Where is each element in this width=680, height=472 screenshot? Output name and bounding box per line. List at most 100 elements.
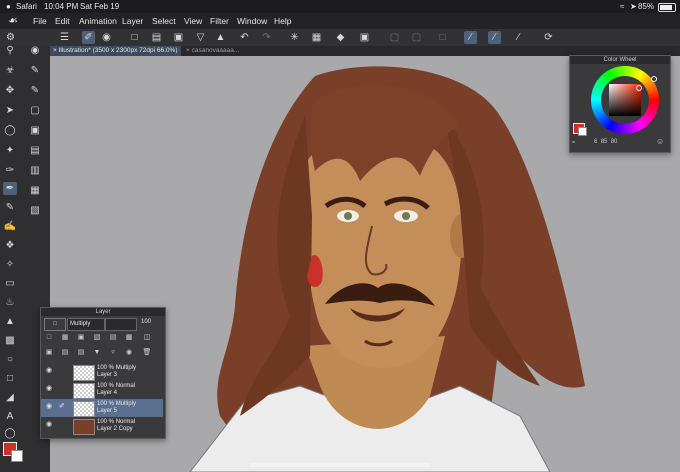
snap-icon[interactable]: ✳ xyxy=(288,31,301,44)
menu-edit[interactable]: Edit xyxy=(55,13,70,29)
export-icon[interactable]: ▲ xyxy=(214,31,227,44)
menu-window[interactable]: Window xyxy=(237,13,267,29)
subtool-1-icon[interactable]: ◉ xyxy=(28,44,42,57)
ruler-snap-icon[interactable]: ∕ xyxy=(464,31,477,44)
settings-icon[interactable]: ⚙ xyxy=(4,31,17,44)
subtool-8-icon[interactable]: ▦ xyxy=(28,184,42,197)
eraser-tool-icon[interactable]: ▭ xyxy=(3,277,17,290)
transfer-down-icon[interactable]: ▼ xyxy=(92,348,102,358)
menu-layer[interactable]: Layer xyxy=(122,13,143,29)
layer-row-layer-4[interactable]: ◉ 100 % Normal Layer 4 xyxy=(41,381,163,399)
layer-row-layer-3[interactable]: ◉ 100 % Multiply Layer 3 xyxy=(41,363,163,381)
gradient-tool-icon[interactable]: ▩ xyxy=(3,334,17,347)
lasso-icon[interactable]: ◯ xyxy=(3,124,17,137)
menu-view[interactable]: View xyxy=(184,13,202,29)
brush-tool-icon[interactable]: ✍ xyxy=(3,220,17,233)
special-ruler-icon[interactable]: ∕ xyxy=(512,31,525,44)
fill-tool-icon[interactable]: ▲ xyxy=(3,315,17,328)
palette-settings-icon[interactable]: ☺ xyxy=(656,137,664,146)
save-icon[interactable]: ▽ xyxy=(194,31,207,44)
text-tool-icon[interactable]: A xyxy=(3,410,17,423)
sv-picker-handle[interactable] xyxy=(636,85,642,91)
open-file-icon[interactable]: ▤ xyxy=(150,31,163,44)
subtool-2-icon[interactable]: ✎ xyxy=(28,64,42,77)
folder-icon[interactable]: ▣ xyxy=(172,31,185,44)
menu-animation[interactable]: Animation xyxy=(79,13,117,29)
subtool-4-icon[interactable]: ▢ xyxy=(28,104,42,117)
redo-icon[interactable]: ↷ xyxy=(260,31,273,44)
visibility-eye-icon[interactable]: ◉ xyxy=(44,421,54,431)
new-folder-icon[interactable]: ▤ xyxy=(76,348,86,358)
layer-ref-icon[interactable]: ▣ xyxy=(76,333,86,343)
hue-picker-handle[interactable] xyxy=(651,76,657,82)
menu-select[interactable]: Select xyxy=(152,13,176,29)
perspective-snap-icon[interactable]: ∕ xyxy=(488,31,501,44)
move-icon[interactable]: ✥ xyxy=(3,84,17,97)
operation-icon[interactable]: ➤ xyxy=(3,104,17,117)
magic-wand-icon[interactable]: ✦ xyxy=(3,144,17,157)
home-indicator[interactable] xyxy=(250,463,430,467)
frame-tool-icon[interactable]: □ xyxy=(3,372,17,385)
rotate-icon[interactable]: ☣ xyxy=(3,64,17,77)
new-raster-layer-icon[interactable]: ▣ xyxy=(44,348,54,358)
apple-icon: ● xyxy=(6,2,11,11)
menu-file[interactable]: File xyxy=(33,13,47,29)
clear-selection-icon[interactable]: ▢ xyxy=(388,31,401,44)
menu-hamburger-icon[interactable]: ☰ xyxy=(58,31,71,44)
layer-mask-icon[interactable]: ▩ xyxy=(124,333,134,343)
layer-lock-alpha-icon[interactable]: ▤ xyxy=(108,333,118,343)
record-icon[interactable]: ◉ xyxy=(100,31,113,44)
crop-icon[interactable]: □ xyxy=(436,31,449,44)
zoom-icon[interactable]: ⚲ xyxy=(3,44,17,57)
subtool-5-icon[interactable]: ▣ xyxy=(28,124,42,137)
balloon-tool-icon[interactable]: ◯ xyxy=(3,427,17,440)
app-logo-icon[interactable]: ☙ xyxy=(8,13,18,29)
visibility-eye-icon[interactable]: ◉ xyxy=(44,403,54,413)
layer-lock-icon[interactable]: □ xyxy=(44,333,54,343)
layer-draft-icon[interactable]: ▧ xyxy=(92,333,102,343)
subtool-9-icon[interactable]: ▧ xyxy=(28,204,42,217)
new-file-icon[interactable]: □ xyxy=(128,31,141,44)
pen-tool-icon[interactable]: ✒ xyxy=(3,182,17,195)
menu-help[interactable]: Help xyxy=(274,13,291,29)
visibility-eye-icon[interactable]: ◉ xyxy=(44,385,54,395)
selection-icon[interactable]: ▦ xyxy=(310,31,323,44)
blend-tool-icon[interactable]: ♨ xyxy=(3,296,17,309)
layer-property-icon[interactable]: □ xyxy=(44,318,66,331)
tab-close-icon[interactable]: × xyxy=(53,47,57,54)
figure-tool-icon[interactable]: ○ xyxy=(3,353,17,366)
delete-layer-icon[interactable]: 🗑 xyxy=(142,348,152,358)
merge-down-icon[interactable]: ▿ xyxy=(108,348,118,358)
ruler-tool-icon[interactable]: ◢ xyxy=(3,391,17,404)
add-mask-icon[interactable]: ◉ xyxy=(124,348,134,358)
quick-access-icon[interactable]: ⟳ xyxy=(542,31,555,44)
transform-icon[interactable]: ▣ xyxy=(358,31,371,44)
subtool-7-icon[interactable]: ▥ xyxy=(28,164,42,177)
cw-sub-color-swatch[interactable] xyxy=(578,127,587,136)
menu-filter[interactable]: Filter xyxy=(210,13,229,29)
layer-row-layer-2-copy[interactable]: ◉ 100 % Normal Layer 2 Copy xyxy=(41,417,163,435)
eyedropper-icon[interactable]: ✑ xyxy=(3,164,17,177)
decoration-tool-icon[interactable]: ✧ xyxy=(3,258,17,271)
blend-mode-select[interactable]: Multiply xyxy=(67,318,105,331)
sub-color-swatch[interactable] xyxy=(11,450,23,462)
tab-close-icon[interactable]: × xyxy=(186,47,190,54)
visibility-eye-icon[interactable]: ◉ xyxy=(44,367,54,377)
new-vector-layer-icon[interactable]: ▤ xyxy=(60,348,70,358)
hue-ring[interactable] xyxy=(591,66,659,134)
swap-color-icon[interactable]: ≈ xyxy=(572,140,575,146)
pencil-tool-icon[interactable]: ✎ xyxy=(3,201,17,214)
layer-clip-icon[interactable]: ▦ xyxy=(60,333,70,343)
subtool-6-icon[interactable]: ▤ xyxy=(28,144,42,157)
airbrush-tool-icon[interactable]: ❖ xyxy=(3,239,17,252)
edit-mode-icon[interactable]: ✐ xyxy=(82,31,95,44)
opacity-slider[interactable] xyxy=(105,318,137,331)
tab-casanova[interactable]: × casanovaaaaa... xyxy=(183,46,242,56)
fill-icon[interactable]: ◆ xyxy=(334,31,347,44)
layer-row-layer-5[interactable]: ◉ ✐ 100 % Multiply Layer 5 xyxy=(41,399,163,417)
layer-color-icon[interactable]: ◫ xyxy=(142,333,152,343)
tab-illustration[interactable]: × Illustration* (3500 x 2300px 72dpi 66.… xyxy=(50,46,181,56)
undo-icon[interactable]: ↶ xyxy=(238,31,251,44)
invert-selection-icon[interactable]: ▢ xyxy=(410,31,423,44)
subtool-3-icon[interactable]: ✎ xyxy=(28,84,42,97)
